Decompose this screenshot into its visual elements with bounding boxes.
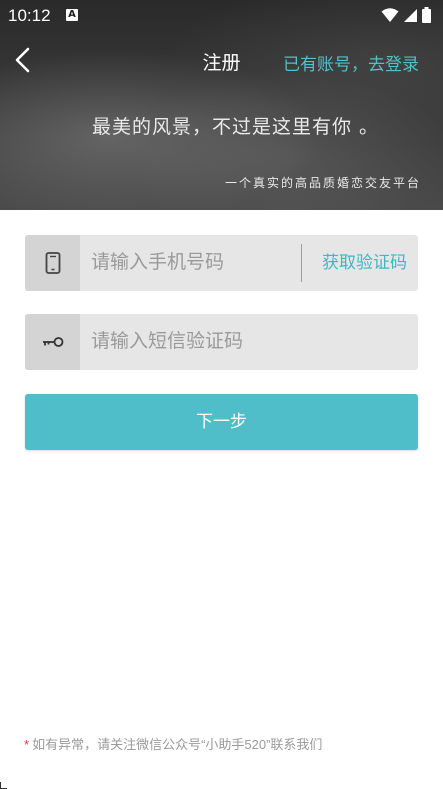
wifi-icon	[381, 7, 399, 22]
key-icon-box	[25, 314, 80, 370]
signal-icon	[404, 8, 417, 22]
system-icons	[381, 7, 431, 23]
sms-code-input[interactable]	[91, 314, 401, 370]
screen-corner-mark	[0, 782, 7, 789]
field-divider	[301, 244, 302, 282]
status-bar: 10:12 A	[0, 0, 443, 32]
sms-code-field	[25, 314, 418, 370]
get-code-button[interactable]: 获取验证码	[322, 235, 407, 291]
banner-subslogan: 一个真实的高品质婚恋交友平台	[224, 176, 421, 190]
key-icon	[42, 337, 63, 347]
next-step-button[interactable]: 下一步	[25, 394, 418, 450]
footer-note: * 如有异常，请关注微信公众号“小助手520”联系我们	[24, 734, 322, 753]
go-to-login-link[interactable]: 已有账号，去登录	[283, 50, 419, 75]
footer-note-text: 如有异常，请关注微信公众号“小助手520”联系我们	[32, 737, 323, 752]
required-asterisk: *	[24, 737, 30, 752]
hero-banner: 10:12 A 注册 已有账号，去登录 最美的风景，不过是这里有你 。 一个真实…	[0, 0, 443, 210]
status-time: 10:12	[8, 6, 51, 25]
phone-icon-box	[25, 235, 80, 291]
phone-icon	[45, 252, 60, 274]
battery-icon	[422, 7, 431, 23]
phone-field: 获取验证码	[25, 235, 418, 291]
banner-slogan: 最美的风景，不过是这里有你 。	[92, 116, 380, 138]
phone-input[interactable]	[91, 235, 301, 291]
notification-a-icon: A	[66, 9, 78, 21]
